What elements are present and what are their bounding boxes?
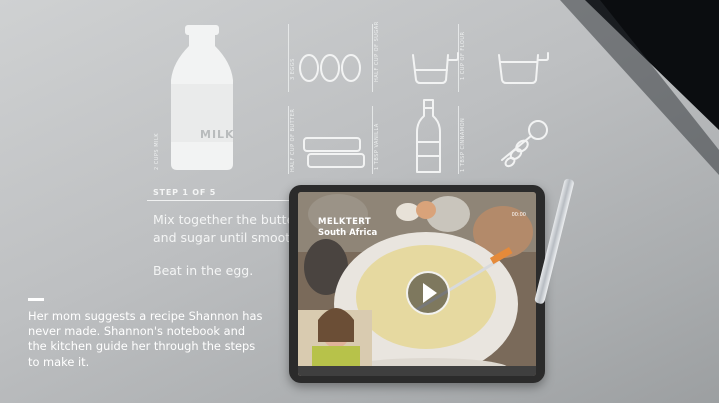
caption-accent-bar	[28, 298, 44, 301]
milk-label: MILK	[200, 128, 235, 141]
divider	[372, 106, 373, 174]
step-instruction-line-2: and sugar until smooth.	[153, 230, 303, 245]
vanilla-bottle-icon	[416, 99, 441, 173]
ingredient-amount-sugar: HALF CUP OF SUGAR	[374, 21, 380, 82]
ingredient-amount-milk: 2 CUPS MILK	[154, 132, 160, 170]
ingredient-amount-butter: HALF CUP OF BUTTER	[290, 108, 296, 172]
play-button[interactable]	[406, 271, 450, 315]
caption-text: Her mom suggests a recipe Shannon has ne…	[28, 309, 263, 369]
tablet-device: MELKTERT South Africa 00:00	[289, 185, 545, 383]
video-player[interactable]: MELKTERT South Africa 00:00	[298, 192, 536, 376]
ingredient-amount-vanilla: 1 TBSP VANILLA	[374, 123, 380, 170]
measuring-cup-sugar-icon	[412, 52, 459, 84]
butter-sticks-icon	[303, 137, 365, 168]
ingredient-amount-flour: 1 CUP OF FLOUR	[460, 31, 466, 80]
video-subtitle: South Africa	[318, 228, 378, 238]
eggs-icon	[299, 54, 361, 82]
ingredient-amount-cinnamon: 1 TBSP CINNAMON	[460, 117, 466, 172]
step-instruction-line-1: Mix together the butter	[153, 212, 300, 227]
divider	[288, 106, 289, 174]
video-title: MELKTERT	[318, 217, 372, 227]
video-control-bar[interactable]	[298, 366, 536, 376]
measuring-cup-flour-icon	[498, 52, 549, 84]
step-counter: STEP 1 OF 5	[153, 188, 217, 197]
divider	[288, 24, 289, 92]
divider	[372, 24, 373, 92]
divider	[458, 106, 459, 174]
milk-bottle-icon	[171, 25, 233, 170]
step-instruction-line-3: Beat in the egg.	[153, 263, 254, 278]
step-rule	[147, 200, 297, 201]
ingredient-amount-eggs: 3 EGGS	[290, 58, 296, 80]
measuring-spoons-icon	[501, 120, 548, 168]
kitchen-table-scene: MILK 2 CUPS MILK 3 EGGS HALF CUP OF SUGA…	[0, 0, 719, 403]
video-time: 00:00	[511, 212, 526, 218]
